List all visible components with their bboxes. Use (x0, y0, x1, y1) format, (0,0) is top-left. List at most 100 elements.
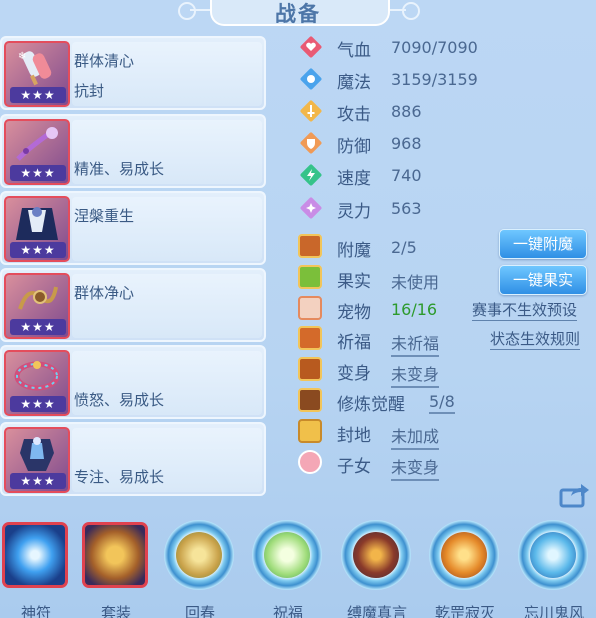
svg-text:❄: ❄ (18, 51, 26, 62)
competition-preset-link[interactable]: 赛事不生效预设 (472, 299, 578, 321)
skill-label: 忘川鬼风 (523, 604, 584, 618)
attr-name-fruit: 果实 (337, 272, 371, 292)
ghost-wind-icon (530, 532, 576, 578)
attr-value-transform[interactable]: 未变身 (391, 361, 440, 388)
equipment-slot[interactable]: ★★★ 专注、易成长 (0, 422, 266, 496)
skill-label: 套装 (100, 604, 131, 618)
skill-slot[interactable]: 忘川鬼风 (518, 520, 590, 618)
share-icon[interactable] (559, 482, 591, 508)
skill-label: 神符 (20, 604, 51, 618)
pet-icon (298, 296, 322, 320)
skill-label: 祝福 (272, 604, 303, 618)
star-rating: ★★★ (10, 87, 66, 103)
stat-name-attack: 攻击 (337, 105, 371, 125)
blessing-icon (264, 532, 310, 578)
equipment-icon-frame: ★★★ (4, 273, 70, 339)
equipment-slot[interactable]: ★★★ 涅槃重生 (0, 191, 266, 265)
bead-bracelet-icon (14, 361, 60, 391)
attr-value-fief[interactable]: 未加成 (391, 423, 440, 450)
skill-slot[interactable]: 套装 (80, 520, 152, 618)
equipment-slot[interactable]: ★★★ 愤怒、易成长 (0, 345, 266, 419)
stat-name-mp: 魔法 (337, 73, 371, 93)
bind-demon-icon (353, 532, 399, 578)
rejuvenate-icon (176, 532, 222, 578)
transform-icon (298, 357, 322, 381)
ice-pop-icon: ❄ (18, 51, 52, 86)
mana-icon (300, 68, 322, 90)
attr-value-pray[interactable]: 未祈福 (391, 330, 440, 357)
star-rating: ★★★ (10, 165, 66, 181)
equipment-trait-label: 愤怒、易成长 (74, 391, 165, 409)
skill-label: 乾罡寂灭 (434, 604, 495, 618)
stat-value-mp: 3159/3159 (391, 70, 478, 89)
qiangang-icon (441, 532, 487, 578)
stat-name-spirit: 灵力 (337, 202, 371, 222)
lightning-icon (300, 164, 322, 186)
equipment-slot[interactable]: ★★★ 群体净心 (0, 268, 266, 342)
skill-slot[interactable]: 缚魔真言 (341, 520, 413, 618)
fruit-icon (298, 265, 322, 289)
stat-name-defense: 防御 (337, 137, 371, 157)
heart-icon (300, 36, 322, 58)
stat-value-spirit: 563 (391, 199, 422, 218)
star-rating: ★★★ (10, 396, 66, 412)
attr-name-pet: 宠物 (337, 303, 371, 323)
stat-name-speed: 速度 (337, 169, 371, 189)
enchant-icon (298, 234, 322, 258)
child-icon (298, 450, 322, 474)
skill-slot[interactable]: 乾罡寂灭 (429, 520, 501, 618)
attr-value-cultivate[interactable]: 5/8 (429, 392, 455, 414)
fief-icon (298, 419, 322, 443)
attr-name-cultivate: 修炼觉醒 (337, 395, 405, 415)
page-title: 战备 (275, 2, 321, 26)
star-rating: ★★★ (10, 319, 66, 335)
skill-slot[interactable]: 祝福 (252, 520, 324, 618)
equipment-trait-label: 专注、易成长 (74, 468, 165, 486)
star-rating: ★★★ (10, 473, 66, 489)
stat-value-defense: 968 (391, 134, 422, 153)
equipment-skill-label: 群体清心 (74, 52, 135, 70)
equipment-trait-label: 抗封 (74, 82, 105, 100)
equipment-skill-label: 涅槃重生 (74, 207, 135, 225)
pray-icon (298, 326, 322, 350)
attr-name-transform: 变身 (337, 364, 371, 384)
attr-value-child[interactable]: 未变身 (391, 454, 440, 481)
skill-label: 缚魔真言 (346, 604, 407, 618)
equipment-skill-label: 群体净心 (74, 284, 135, 302)
dark-cloak-icon (16, 207, 58, 240)
attr-value-fruit: 未使用 (391, 273, 440, 292)
armor-set-icon (82, 522, 148, 588)
sword-icon (300, 100, 322, 122)
stat-value-speed: 740 (391, 166, 422, 185)
skill-slot[interactable]: 回春 (164, 520, 236, 618)
spirit-icon (300, 197, 322, 219)
attr-name-fief: 封地 (337, 426, 371, 446)
golden-chain-icon (18, 286, 58, 310)
purple-staff-icon (16, 126, 58, 161)
skill-bar: 神符 套装 回春 祝福 缚魔真言 乾罡寂灭 忘川鬼风 (0, 512, 596, 618)
equipment-icon-frame: ★★★ (4, 196, 70, 262)
dark-armor-icon (20, 437, 54, 471)
equipment-slot[interactable]: ❄ ★★★ 群体清心 抗封 (0, 36, 266, 110)
attr-name-pray: 祈福 (337, 333, 371, 353)
talisman-icon (2, 522, 68, 588)
title-bar: 战备 (0, 0, 596, 28)
equipment-icon-frame: ★★★ (4, 427, 70, 493)
equipment-icon-frame: ★★★ (4, 119, 70, 185)
stat-name-hp: 气血 (337, 41, 371, 61)
equipment-icon-frame: ★★★ (4, 350, 70, 416)
status-rules-link[interactable]: 状态生效规则 (490, 328, 581, 350)
star-rating: ★★★ (10, 242, 66, 258)
stat-value-hp: 7090/7090 (391, 38, 478, 57)
attr-name-enchant: 附魔 (337, 241, 371, 261)
cultivate-icon (298, 388, 322, 412)
one-click-fruit-button[interactable]: 一键果实 (499, 265, 587, 295)
equipment-trait-label: 精准、易成长 (74, 160, 165, 178)
equipment-slot[interactable]: ★★★ 精准、易成长 (0, 114, 266, 188)
attr-name-child: 子女 (337, 457, 371, 477)
skill-label: 回春 (184, 604, 215, 618)
skill-slot[interactable]: 神符 (0, 520, 72, 618)
one-click-enchant-button[interactable]: 一键附魔 (499, 229, 587, 259)
stat-value-attack: 886 (391, 102, 422, 121)
shield-icon (300, 132, 322, 154)
